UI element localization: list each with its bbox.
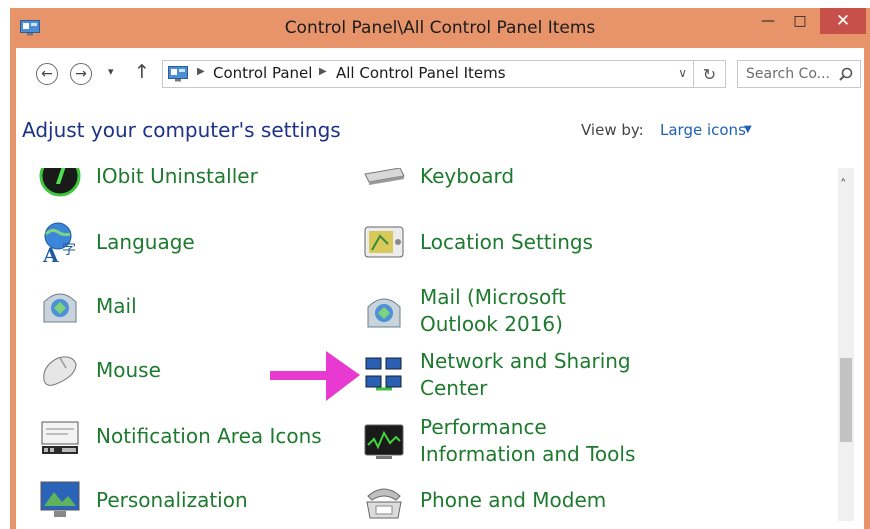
item-phone-and-modem[interactable]: Phone and Modem xyxy=(362,478,606,521)
address-history-chevron-icon[interactable]: ∨ xyxy=(678,66,687,80)
item-keyboard[interactable]: Keyboard xyxy=(362,168,514,198)
item-language[interactable]: A 字 Language xyxy=(38,220,195,264)
language-icon: A 字 xyxy=(42,222,76,264)
window-title: Control Panel\All Control Panel Items xyxy=(284,18,596,38)
item-mail[interactable]: Mail xyxy=(38,284,137,328)
refresh-button[interactable]: ↻ xyxy=(694,60,726,88)
breadcrumb-control-panel[interactable]: Control Panel xyxy=(213,64,312,82)
control-panel-icon xyxy=(168,66,188,82)
item-label: Network and Sharing Center xyxy=(420,349,631,400)
mail-icon xyxy=(367,298,401,328)
view-by-dropdown[interactable]: Large icons xyxy=(660,121,746,139)
item-label: IObit Uninstaller xyxy=(96,168,258,188)
svg-text:字: 字 xyxy=(62,242,76,258)
up-button[interactable]: ↑ xyxy=(134,61,150,83)
breadcrumb-separator-icon[interactable]: ▶ xyxy=(319,66,327,77)
view-by-label: View by: xyxy=(581,121,644,139)
item-location-settings[interactable]: Location Settings xyxy=(362,220,593,264)
item-mail-outlook-2016[interactable]: Mail (Microsoft Outlook 2016) xyxy=(362,284,650,338)
item-label: Mail (Microsoft Outlook 2016) xyxy=(420,285,566,336)
item-mouse[interactable]: Mouse xyxy=(38,348,161,392)
close-button[interactable]: ✕ xyxy=(820,8,866,34)
item-label: Language xyxy=(96,229,195,254)
navigation-bar: ← → ▾ ↑ ▶ Control Panel ▶ All Control Pa… xyxy=(16,48,870,108)
item-label: Personalization xyxy=(96,487,248,512)
scrollbar-thumb[interactable] xyxy=(840,358,852,442)
item-label: Phone and Modem xyxy=(420,487,607,512)
iobit-icon xyxy=(39,168,81,197)
mail-icon xyxy=(43,293,77,323)
item-performance-information-tools[interactable]: Performance Information and Tools xyxy=(362,414,660,468)
item-label: Mouse xyxy=(96,357,161,382)
item-label: Keyboard xyxy=(420,168,515,188)
page-title: Adjust your computer's settings xyxy=(22,118,341,142)
maximize-button[interactable]: □ xyxy=(786,8,814,34)
item-label: Mail xyxy=(96,293,137,318)
search-placeholder[interactable]: Search Co... xyxy=(746,66,830,82)
personalization-icon xyxy=(40,481,80,517)
annotation-arrow-icon xyxy=(270,351,360,401)
item-network-sharing-center[interactable]: Network and Sharing Center xyxy=(362,348,640,402)
item-label: Location Settings xyxy=(420,229,593,254)
address-bar[interactable]: ▶ Control Panel ▶ All Control Panel Item… xyxy=(162,60,694,88)
search-icon[interactable] xyxy=(839,67,853,81)
item-label: Performance Information and Tools xyxy=(420,415,636,466)
svg-text:A: A xyxy=(42,243,59,264)
phone-icon xyxy=(366,488,402,519)
keyboard-icon xyxy=(364,168,405,185)
item-iobit-uninstaller[interactable]: IObit Uninstaller xyxy=(38,168,258,198)
item-label: Notification Area Icons xyxy=(96,423,322,448)
recent-locations-dropdown[interactable]: ▾ xyxy=(108,65,114,78)
back-button[interactable]: ← xyxy=(36,63,58,85)
search-box[interactable]: Search Co... xyxy=(737,60,861,88)
title-bar[interactable]: Control Panel\All Control Panel Items — … xyxy=(10,8,870,48)
network-icon xyxy=(365,357,402,391)
view-by-caret-icon[interactable]: ▼ xyxy=(744,124,752,135)
item-notification-area-icons[interactable]: Notification Area Icons xyxy=(38,414,322,458)
vertical-scrollbar[interactable] xyxy=(838,168,854,521)
performance-icon xyxy=(364,424,404,459)
mouse-icon xyxy=(43,356,77,386)
control-panel-items: IObit Uninstaller Keyboard A 字 Language … xyxy=(0,168,838,521)
scroll-up-arrow-icon[interactable]: ˄ xyxy=(840,178,847,193)
navigation-bar-inner: ← → ▾ ↑ ▶ Control Panel ▶ All Control Pa… xyxy=(16,48,864,108)
minimize-button[interactable]: — xyxy=(754,8,782,34)
notification-icon xyxy=(41,421,79,454)
location-icon xyxy=(364,226,404,258)
forward-button[interactable]: → xyxy=(70,63,92,85)
item-personalization[interactable]: Personalization xyxy=(38,478,248,521)
breadcrumb-separator-icon[interactable]: ▶ xyxy=(197,66,205,77)
breadcrumb-all-items[interactable]: All Control Panel Items xyxy=(336,64,506,82)
